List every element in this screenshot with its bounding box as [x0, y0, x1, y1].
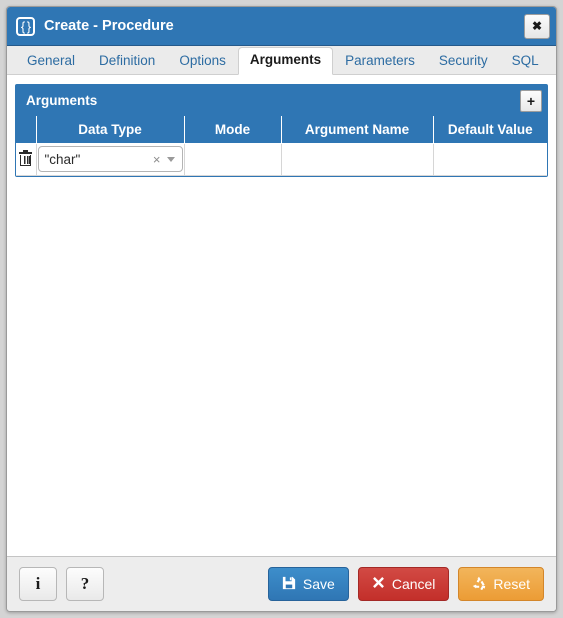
- tab-general[interactable]: General: [15, 48, 87, 75]
- tab-arguments[interactable]: Arguments: [237, 47, 334, 75]
- add-argument-button[interactable]: +: [520, 89, 542, 112]
- arguments-grid-body: "char" ×: [16, 143, 547, 176]
- title-bar: { } Create - Procedure ✖: [7, 7, 556, 46]
- curly-braces-glyph: { }: [20, 18, 31, 34]
- curly-braces-icon: { }: [16, 16, 35, 36]
- cell-delete: [16, 143, 36, 176]
- info-icon: i: [35, 574, 41, 593]
- trash-icon[interactable]: [19, 149, 33, 166]
- arguments-grid: Data Type Mode Argument Name Default Val…: [16, 116, 547, 176]
- cell-data-type: "char" ×: [35, 143, 184, 176]
- dialog-body: Arguments + Data Type Mode Argument Name…: [7, 75, 556, 556]
- column-header-argument-name: Argument Name: [280, 116, 433, 144]
- close-button[interactable]: ✖: [524, 13, 550, 39]
- data-type-select[interactable]: "char" ×: [37, 146, 183, 172]
- create-procedure-dialog: { } Create - Procedure ✖ General Definit…: [6, 6, 557, 612]
- floppy-disk-icon: [282, 576, 296, 593]
- save-label: Save: [302, 576, 335, 592]
- arguments-panel: Arguments + Data Type Mode Argument Name…: [15, 84, 548, 177]
- info-button[interactable]: i: [19, 567, 57, 601]
- x-mark-icon: [372, 576, 385, 592]
- plus-icon: +: [526, 92, 536, 109]
- window-title: Create - Procedure: [44, 18, 174, 34]
- cell-mode[interactable]: [183, 143, 281, 176]
- arguments-grid-header: Data Type Mode Argument Name Default Val…: [16, 116, 547, 144]
- column-header-data-type: Data Type: [35, 116, 184, 144]
- save-button[interactable]: Save: [267, 567, 349, 601]
- tab-parameters[interactable]: Parameters: [333, 48, 427, 75]
- cell-default-value[interactable]: [432, 143, 547, 176]
- trash-can: [20, 154, 32, 166]
- clear-icon[interactable]: ×: [151, 153, 167, 166]
- trash-lid: [19, 149, 33, 154]
- table-header-row: Data Type Mode Argument Name Default Val…: [16, 116, 547, 144]
- tab-definition[interactable]: Definition: [87, 48, 167, 75]
- cancel-label: Cancel: [391, 576, 436, 592]
- cell-argument-name[interactable]: [280, 143, 433, 176]
- tab-options[interactable]: Options: [167, 48, 238, 75]
- column-header-default-value: Default Value: [432, 116, 547, 144]
- dialog-footer: i ? Save Cancel Reset: [7, 556, 556, 611]
- table-row: "char" ×: [16, 143, 547, 176]
- column-header-delete: [16, 116, 36, 144]
- column-header-mode: Mode: [183, 116, 281, 144]
- tab-sql[interactable]: SQL: [500, 48, 551, 75]
- reset-label: Reset: [493, 576, 530, 592]
- help-button[interactable]: ?: [66, 567, 104, 601]
- tab-security[interactable]: Security: [427, 48, 500, 75]
- arguments-panel-header: Arguments +: [16, 85, 547, 116]
- reset-button[interactable]: Reset: [458, 567, 544, 601]
- recycle-icon: [472, 576, 486, 593]
- tab-bar: General Definition Options Arguments Par…: [7, 46, 556, 75]
- help-icon: ?: [80, 574, 90, 593]
- close-icon: ✖: [531, 19, 543, 33]
- data-type-value: "char": [44, 151, 81, 167]
- chevron-down-icon[interactable]: [166, 156, 175, 162]
- arguments-panel-title: Arguments: [26, 93, 98, 108]
- cancel-button[interactable]: Cancel: [357, 567, 450, 601]
